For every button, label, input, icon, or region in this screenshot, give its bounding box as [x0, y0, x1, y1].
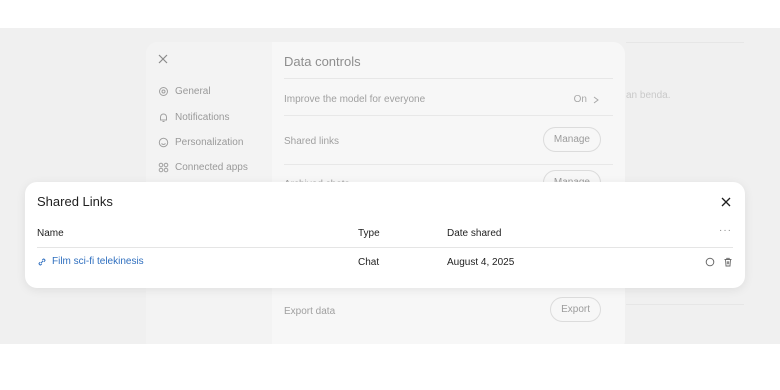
- shared-links-dialog: Shared Links Name Type Date shared ··· F…: [25, 182, 745, 288]
- divider: [284, 164, 613, 165]
- sidebar-item-label: Connected apps: [175, 162, 248, 173]
- view-source-chat-icon[interactable]: [705, 257, 715, 267]
- sidebar-item-general[interactable]: General: [158, 86, 211, 97]
- background-divider: [626, 304, 744, 305]
- export-data-button[interactable]: Export: [550, 297, 601, 322]
- dialog-title: Shared Links: [37, 194, 113, 209]
- personalization-icon: [158, 137, 169, 148]
- more-options-button[interactable]: ···: [719, 225, 732, 236]
- header-divider: [37, 247, 733, 248]
- sidebar-item-label: Personalization: [175, 137, 244, 148]
- divider: [284, 78, 613, 79]
- row-type: Chat: [358, 257, 380, 268]
- sidebar-item-notifications[interactable]: Notifications: [158, 112, 229, 123]
- background-divider: [626, 42, 744, 43]
- sidebar-item-label: General: [175, 86, 211, 97]
- improve-model-toggle[interactable]: On: [574, 94, 599, 105]
- row-actions: [705, 257, 733, 267]
- column-header-name: Name: [37, 228, 64, 239]
- link-icon: [37, 257, 47, 267]
- trash-icon[interactable]: [723, 257, 733, 267]
- sidebar-item-label: Notifications: [175, 112, 230, 123]
- improve-model-value: On: [573, 94, 587, 105]
- shared-link-name: Film sci-fi telekinesis: [52, 256, 144, 267]
- manage-shared-links-button[interactable]: Manage: [542, 127, 601, 152]
- close-icon[interactable]: [721, 194, 733, 207]
- divider: [284, 115, 613, 116]
- bell-icon: [158, 112, 169, 123]
- gear-icon: [158, 86, 169, 97]
- settings-title: Data controls: [284, 54, 361, 69]
- settings-close-icon[interactable]: [158, 54, 170, 66]
- shared-links-label: Shared links: [284, 136, 340, 147]
- apps-icon: [158, 162, 169, 173]
- background-text: an benda.: [626, 90, 671, 101]
- sidebar-item-personalization[interactable]: Personalization: [158, 137, 243, 148]
- shared-link[interactable]: Film sci-fi telekinesis: [37, 256, 144, 267]
- chevron-right-icon: [593, 96, 599, 104]
- column-header-date: Date shared: [447, 228, 502, 239]
- improve-model-label: Improve the model for everyone: [284, 94, 426, 105]
- sidebar-item-connected-apps[interactable]: Connected apps: [158, 162, 248, 173]
- export-data-label: Export data: [284, 306, 336, 317]
- column-header-type: Type: [358, 228, 380, 239]
- row-date: August 4, 2025: [447, 257, 515, 268]
